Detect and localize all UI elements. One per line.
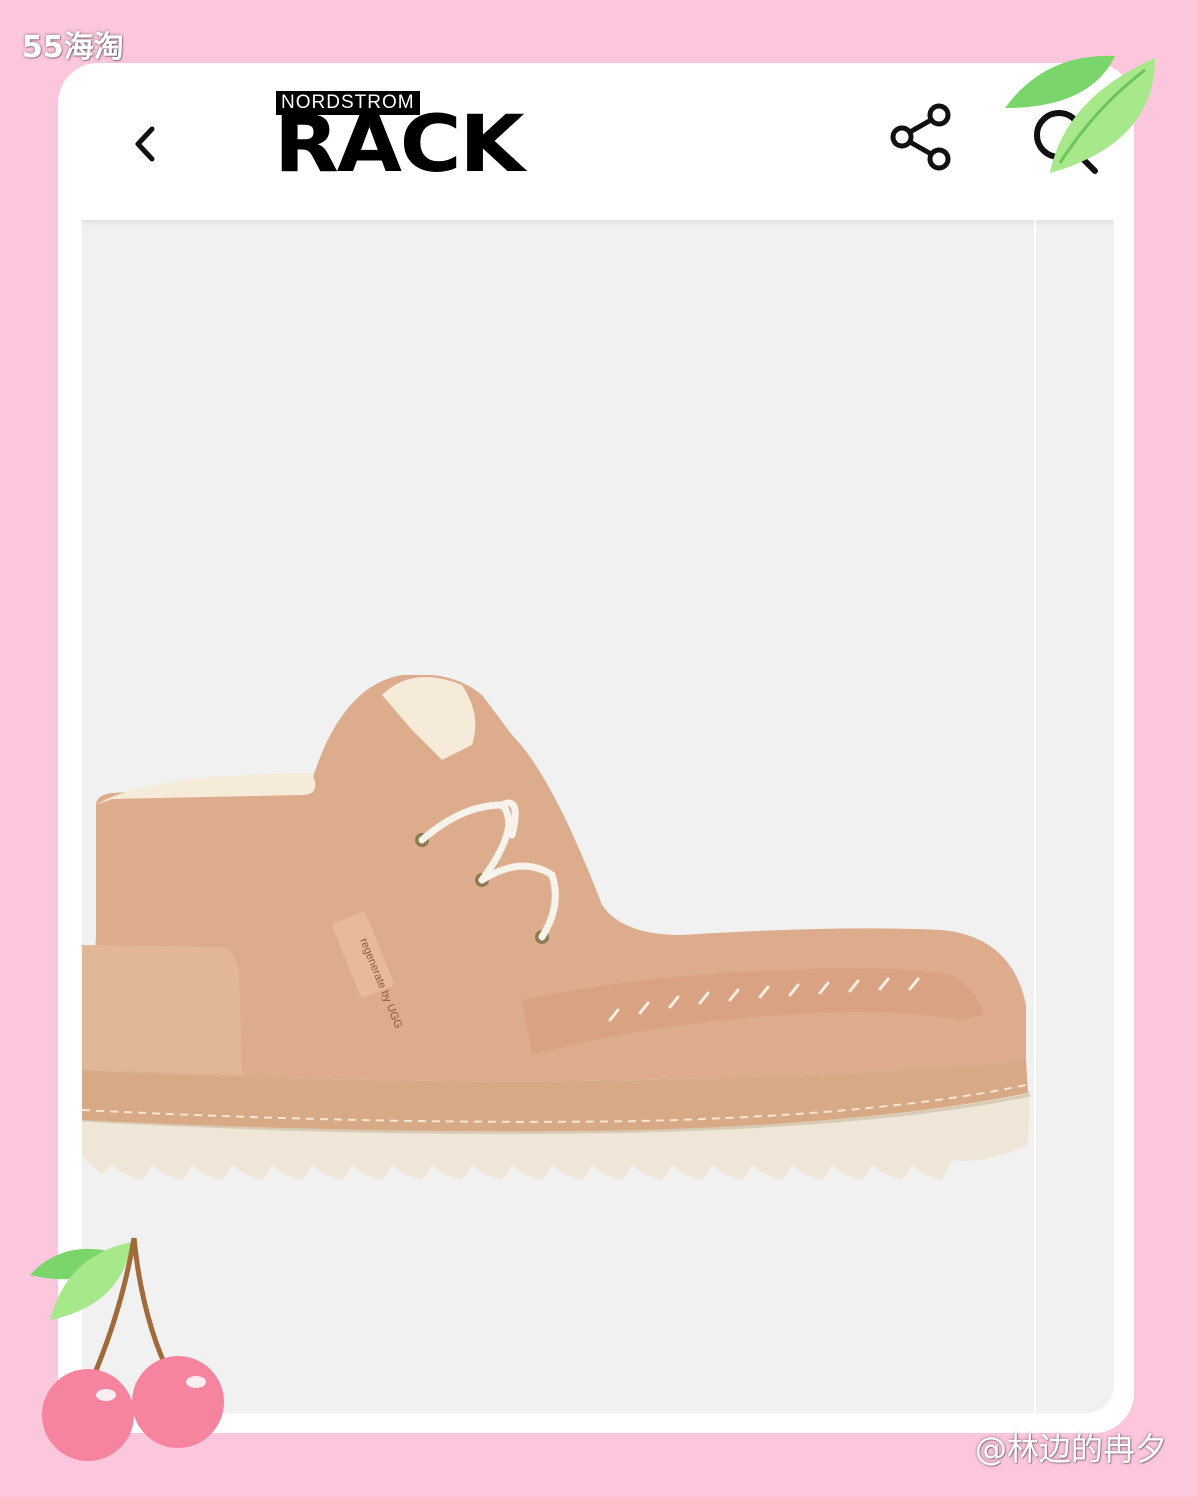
cherry-decoration <box>22 1230 242 1470</box>
leaf-decoration <box>1005 48 1165 188</box>
watermark-top: 55海淘 <box>22 30 124 65</box>
share-button[interactable] <box>882 97 962 177</box>
chevron-left-icon <box>135 126 155 162</box>
app-header: NORDSTROM RACK <box>82 85 1114 220</box>
boot-image: regenerate by UGG <box>82 674 1031 1180</box>
product-image[interactable]: regenerate by UGG <box>82 674 1042 1195</box>
back-button[interactable] <box>118 117 174 173</box>
logo-rack-text: RACK <box>274 100 525 190</box>
watermark-bottom: @林边的冉夕 <box>974 1430 1167 1468</box>
share-icon <box>890 103 951 171</box>
app-screen: NORDSTROM RACK regenerate by UGG <box>82 85 1114 1413</box>
nordstrom-rack-logo[interactable]: NORDSTROM RACK <box>274 91 558 190</box>
